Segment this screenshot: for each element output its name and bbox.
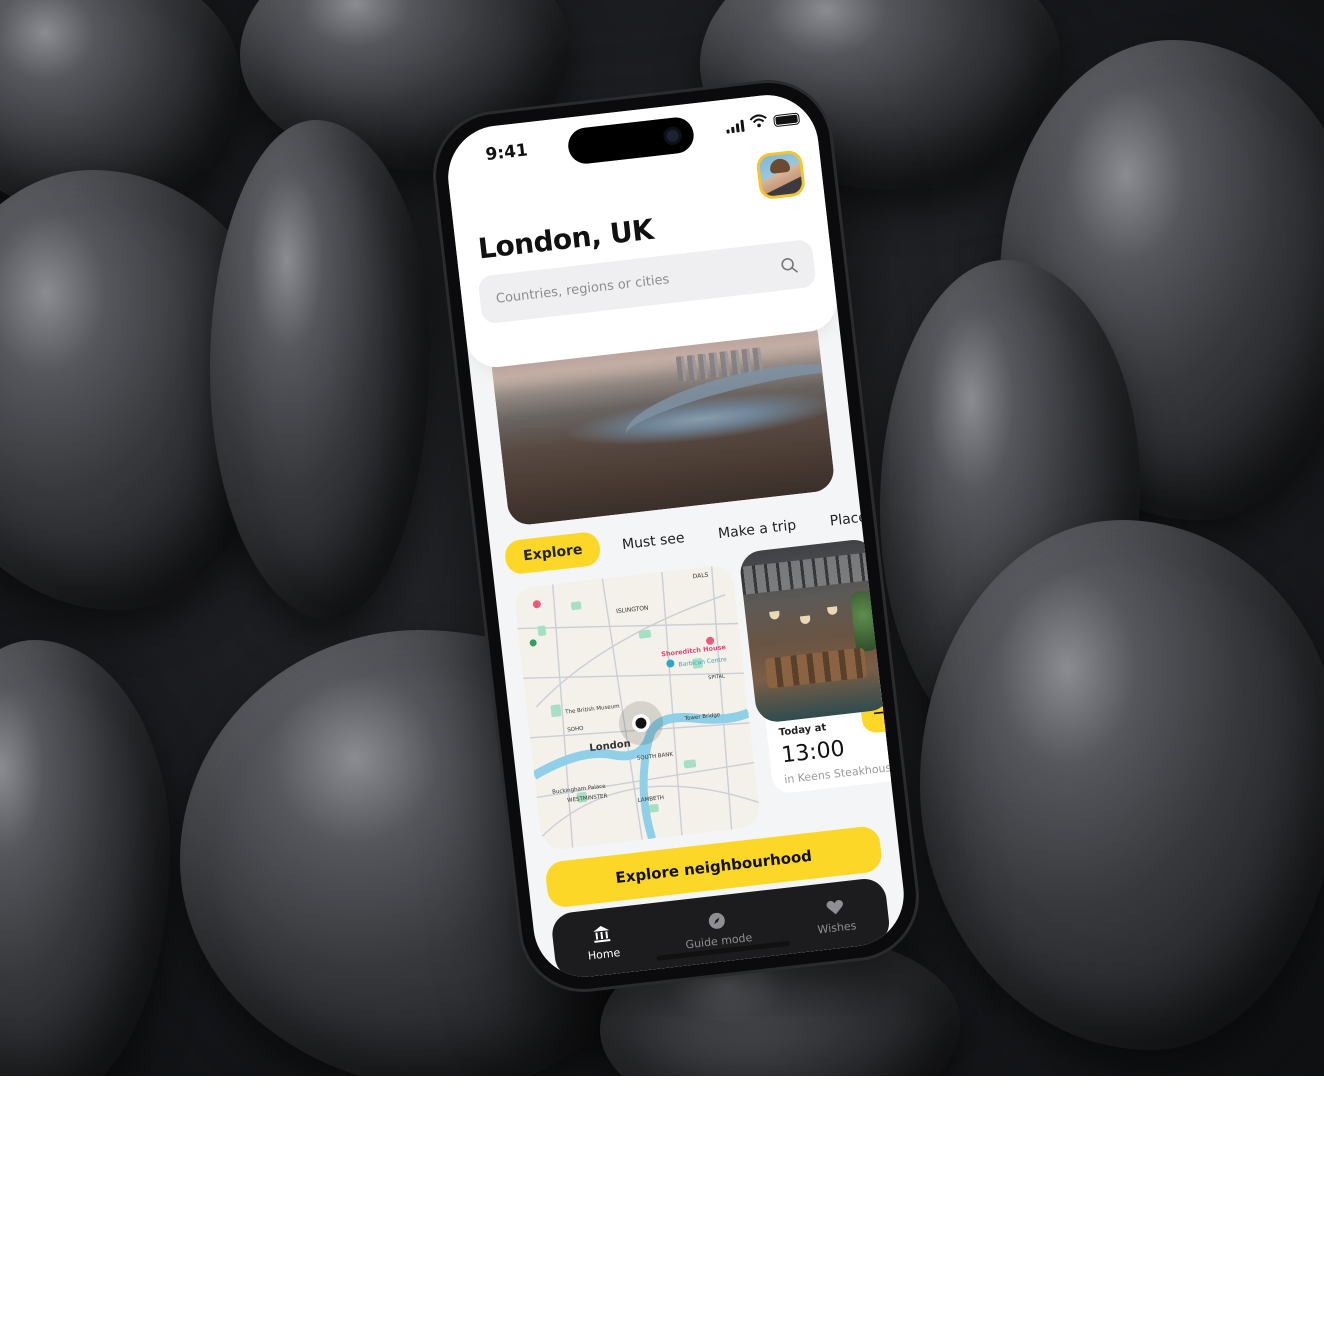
dynamic-island (566, 115, 696, 166)
venue-label: Today at (778, 722, 827, 739)
wifi-icon (749, 113, 769, 133)
heart-icon (824, 896, 846, 918)
photo-lamp (769, 610, 781, 620)
search-input[interactable] (495, 259, 782, 307)
venue-photo[interactable] (738, 537, 893, 724)
status-time: 9:41 (484, 140, 529, 166)
photo-lamp (799, 615, 811, 625)
venue-time: 13:00 (780, 736, 846, 769)
header-card: 9:41 London, UK (442, 89, 840, 371)
camera (662, 125, 683, 146)
search-icon[interactable] (779, 255, 799, 275)
avatar[interactable] (755, 149, 807, 201)
map-canvas[interactable]: ISLINGTON DALS Shoreditch House Barbican… (512, 563, 762, 852)
nav-wishes[interactable]: Wishes (814, 895, 857, 936)
photo-ceiling (739, 551, 879, 595)
nav-wishes-label: Wishes (816, 918, 857, 936)
avatar-image (758, 152, 803, 197)
museum-icon (591, 922, 613, 944)
photo-lamp (827, 606, 838, 616)
nav-home[interactable]: Home (584, 922, 621, 963)
photo-tables (764, 647, 868, 689)
page-title: London, UK (476, 212, 656, 266)
compass-icon (705, 909, 727, 931)
app-screen: 9:41 London, UK Countries, regions or ci… (442, 89, 910, 983)
tab-must-see[interactable]: Must see (608, 520, 698, 564)
venue-card[interactable]: Today at 13:00 in Keens Steakhouse → (738, 537, 910, 816)
background-scene: 9:41 London, UK Countries, regions or ci… (0, 0, 1324, 1076)
neighbourhood-map[interactable]: ISLINGTON DALS Shoreditch House Barbican… (512, 563, 762, 852)
nav-guide-mode[interactable]: Guide mode (682, 907, 753, 951)
nav-home-label: Home (587, 945, 621, 963)
signal-icon (725, 119, 745, 134)
stone (920, 520, 1324, 1050)
stone (210, 120, 430, 620)
stone (0, 640, 170, 1076)
photo-plant (849, 590, 879, 653)
tab-explore[interactable]: Explore (503, 530, 603, 576)
battery-icon (773, 112, 801, 128)
blank-area (0, 1076, 1324, 1324)
